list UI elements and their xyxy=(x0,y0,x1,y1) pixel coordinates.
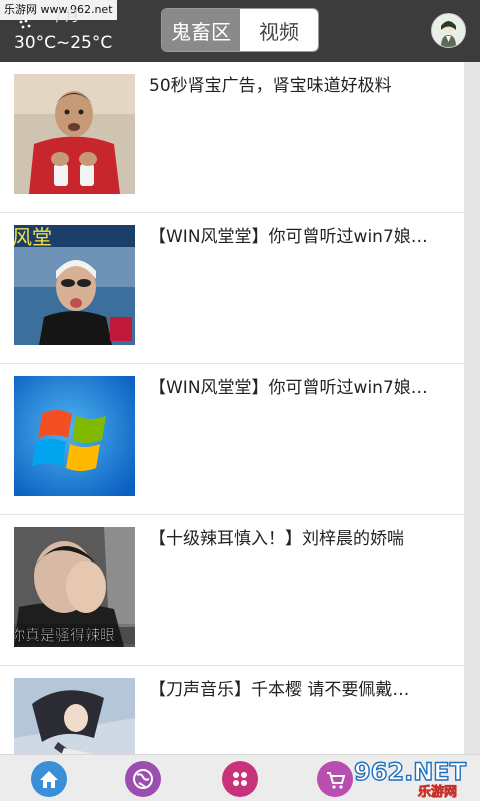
item-title: 【刀声音乐】千本樱 请不要佩戴… xyxy=(149,680,410,700)
thumbnail-windows-logo[interactable] xyxy=(14,376,135,496)
home-icon xyxy=(31,761,67,797)
tab-guichu[interactable]: 鬼畜区 xyxy=(162,9,240,51)
item-title: 50秒肾宝广告，肾宝味道好极料 xyxy=(149,76,392,96)
category-switch: 鬼畜区 视频 xyxy=(161,8,319,52)
apps-icon xyxy=(222,761,258,797)
scrollbar[interactable] xyxy=(464,62,480,754)
list-item[interactable]: 【WIN风堂堂】你可曾听过win7娘… xyxy=(0,364,464,515)
status-fragment: / 月 xyxy=(56,9,80,25)
weather-icon xyxy=(19,19,31,29)
thumbnail-caption: 风堂 xyxy=(14,225,52,249)
top-bar: 乐游网 www.962.net / 月 30°C~25°C 鬼畜区 视频 xyxy=(0,0,480,62)
nav-cart-button[interactable] xyxy=(317,761,353,797)
thumbnail-man-covering-face[interactable]: 你真是骚得辣眼 xyxy=(14,527,135,647)
thumbnail-man-red-shirt[interactable] xyxy=(14,74,135,194)
list-item[interactable]: 50秒肾宝广告，肾宝味道好极料 xyxy=(0,62,464,213)
bottom-nav xyxy=(0,754,480,801)
nav-globe-button[interactable] xyxy=(125,761,161,797)
item-title: 【WIN风堂堂】你可曾听过win7娘… xyxy=(149,227,428,247)
cart-icon xyxy=(317,761,353,797)
thumbnail-swimmer-interview[interactable]: 风堂 xyxy=(14,225,135,345)
tab-video[interactable]: 视频 xyxy=(240,9,318,51)
item-title: 【十级辣耳慎入！】刘梓晨的娇喘 xyxy=(149,529,404,549)
thumbnail-caption: 你真是骚得辣眼 xyxy=(14,626,115,644)
avatar[interactable] xyxy=(431,13,466,48)
globe-icon xyxy=(125,761,161,797)
list-item[interactable]: 【刀声音乐】千本樱 请不要佩戴… xyxy=(0,666,464,754)
avatar-icon xyxy=(432,14,465,47)
item-title: 【WIN风堂堂】你可曾听过win7娘… xyxy=(149,378,428,398)
list-item[interactable]: 你真是骚得辣眼 【十级辣耳慎入！】刘梓晨的娇喘 xyxy=(0,515,464,666)
thumbnail-anime-girl[interactable] xyxy=(14,678,135,754)
nav-apps-button[interactable] xyxy=(222,761,258,797)
nav-home-button[interactable] xyxy=(31,761,67,797)
temperature-label: 30°C~25°C xyxy=(14,33,113,53)
video-list: 50秒肾宝广告，肾宝味道好极料 风堂 【WIN风堂堂】你可曾听过win7娘… 【… xyxy=(0,62,464,754)
list-item[interactable]: 风堂 【WIN风堂堂】你可曾听过win7娘… xyxy=(0,213,464,364)
